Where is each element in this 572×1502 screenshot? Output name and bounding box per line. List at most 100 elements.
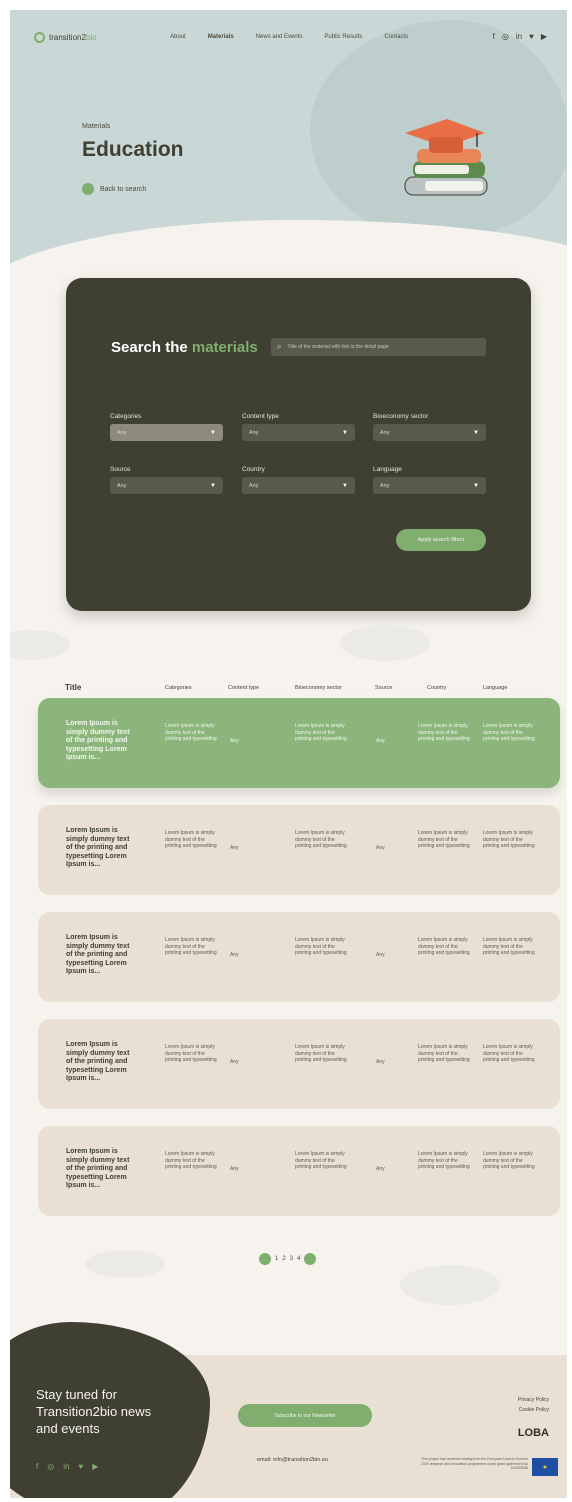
youtube-icon[interactable]: ▶ <box>92 1462 98 1471</box>
nav-link-contacts[interactable]: Contacts <box>384 34 408 40</box>
table-row[interactable]: Lorem Ipsum is simply dummy text of the … <box>38 1126 560 1216</box>
filter-content-type: Content type Any ▼ <box>242 413 355 441</box>
nav-link-public-results[interactable]: Public Results <box>324 34 362 40</box>
linkedin-icon[interactable]: in <box>516 32 522 41</box>
column-header-source: Source <box>375 685 393 691</box>
table-row[interactable]: Lorem Ipsum is simply dummy text of the … <box>38 1019 560 1109</box>
row-content-type: Any <box>230 738 239 744</box>
select-value: Any <box>249 429 259 436</box>
table-header: Title Categories Content type Bioeconomy… <box>65 683 545 695</box>
row-title[interactable]: Lorem Ipsum is simply dummy text of the … <box>66 1041 134 1084</box>
nav-link-materials[interactable]: Materials <box>208 34 234 40</box>
row-language: Lorem Ipsum is simply dummy text of the … <box>483 723 535 742</box>
instagram-icon[interactable]: ◎ <box>47 1462 54 1471</box>
breadcrumb[interactable]: Materials <box>82 123 110 130</box>
select-value: Any <box>117 429 127 436</box>
nav-links: About Materials News and Events Public R… <box>170 34 430 40</box>
back-arrow-icon <box>82 183 94 195</box>
book-middle-pages <box>415 165 469 174</box>
filter-source: Source Any ▼ <box>110 466 223 494</box>
youtube-icon[interactable]: ▶ <box>541 32 547 41</box>
row-language: Lorem Ipsum is simply dummy text of the … <box>483 937 535 956</box>
search-input-wrapper[interactable]: ⌕ <box>271 338 486 356</box>
graduation-cap-base <box>429 137 463 153</box>
row-sector: Lorem Ipsum is simply dummy text of the … <box>295 1151 347 1170</box>
page-1[interactable]: 1 <box>275 1256 278 1262</box>
stay-tuned-heading: Stay tuned for Transition2bio news and e… <box>36 1387 152 1436</box>
eu-funding-notice: This project has received funding from t… <box>420 1457 528 1470</box>
cloud-decoration <box>400 1265 500 1305</box>
chevron-down-icon: ▼ <box>210 429 216 436</box>
row-title[interactable]: Lorem Ipsum is simply dummy text of the … <box>66 827 134 870</box>
row-content-type: Any <box>230 952 239 958</box>
row-content-type: Any <box>230 1059 239 1065</box>
select-value: Any <box>249 482 259 489</box>
table-row[interactable]: Lorem Ipsum is simply dummy text of the … <box>38 698 560 788</box>
chevron-down-icon: ▼ <box>342 482 348 489</box>
loba-logo[interactable]: LOBA <box>518 1427 549 1439</box>
row-language: Lorem Ipsum is simply dummy text of the … <box>483 1151 535 1170</box>
prev-page-button[interactable] <box>259 1253 271 1265</box>
search-icon: ⌕ <box>277 342 282 351</box>
nav-social-icons: f ◎ in ♥ ▶ <box>493 32 547 41</box>
row-categories: Lorem Ipsum is simply dummy text of the … <box>165 937 217 956</box>
filter-label: Country <box>242 466 265 473</box>
page-2[interactable]: 2 <box>282 1256 285 1262</box>
book-bottom-pages <box>425 181 483 191</box>
categories-select[interactable]: Any ▼ <box>110 424 223 441</box>
chevron-down-icon: ▼ <box>473 482 479 489</box>
search-input[interactable] <box>287 344 478 350</box>
table-row[interactable]: Lorem Ipsum is simply dummy text of the … <box>38 805 560 895</box>
filter-label: Categories <box>110 413 142 420</box>
footer-social-icons: f ◎ in ♥ ▶ <box>36 1462 98 1471</box>
filter-language: Language Any ▼ <box>373 466 486 494</box>
row-country: Lorem Ipsum is simply dummy text of the … <box>418 937 470 956</box>
column-header-categories: Categories <box>165 685 192 691</box>
instagram-icon[interactable]: ◎ <box>502 32 509 41</box>
content-type-select[interactable]: Any ▼ <box>242 424 355 441</box>
row-title[interactable]: Lorem Ipsum is simply dummy text of the … <box>66 720 134 763</box>
country-select[interactable]: Any ▼ <box>242 477 355 494</box>
filter-country: Country Any ▼ <box>242 466 355 494</box>
row-country: Lorem Ipsum is simply dummy text of the … <box>418 1044 470 1063</box>
twitter-icon[interactable]: ♥ <box>529 32 534 41</box>
top-navigation: transition2bio About Materials News and … <box>10 32 567 52</box>
page-3[interactable]: 3 <box>290 1256 293 1262</box>
filter-label: Content type <box>242 413 279 420</box>
nav-link-about[interactable]: About <box>170 34 186 40</box>
cookie-policy-link[interactable]: Cookie Policy <box>518 1405 549 1415</box>
nav-link-news-events[interactable]: News and Events <box>256 34 303 40</box>
row-sector: Lorem Ipsum is simply dummy text of the … <box>295 723 347 742</box>
row-title[interactable]: Lorem Ipsum is simply dummy text of the … <box>66 1148 134 1191</box>
row-categories: Lorem Ipsum is simply dummy text of the … <box>165 1044 217 1063</box>
source-select[interactable]: Any ▼ <box>110 477 223 494</box>
row-content-type: Any <box>230 845 239 851</box>
apply-filters-button[interactable]: Apply search filters <box>396 529 486 551</box>
row-country: Lorem Ipsum is simply dummy text of the … <box>418 830 470 849</box>
facebook-icon[interactable]: f <box>36 1462 38 1471</box>
page-title: Education <box>82 138 184 161</box>
page-4[interactable]: 4 <box>297 1256 300 1262</box>
row-title[interactable]: Lorem Ipsum is simply dummy text of the … <box>66 934 134 977</box>
language-select[interactable]: Any ▼ <box>373 477 486 494</box>
search-panel: Search the materials ⌕ Categories Any ▼ … <box>66 278 531 611</box>
contact-email[interactable]: email: info@transition2bio.eu <box>257 1457 328 1463</box>
filter-categories: Categories Any ▼ <box>110 413 223 441</box>
chevron-down-icon: ▼ <box>210 482 216 489</box>
subscribe-newsletter-button[interactable]: Subscribe to our Newsletter <box>238 1404 372 1427</box>
row-categories: Lorem Ipsum is simply dummy text of the … <box>165 723 217 742</box>
twitter-icon[interactable]: ♥ <box>78 1462 83 1471</box>
row-categories: Lorem Ipsum is simply dummy text of the … <box>165 1151 217 1170</box>
bioeconomy-sector-select[interactable]: Any ▼ <box>373 424 486 441</box>
table-row[interactable]: Lorem Ipsum is simply dummy text of the … <box>38 912 560 1002</box>
column-header-language: Language <box>483 685 508 691</box>
row-country: Lorem Ipsum is simply dummy text of the … <box>418 723 470 742</box>
next-page-button[interactable] <box>304 1253 317 1265</box>
site-logo[interactable]: transition2bio <box>34 32 97 43</box>
back-to-search-link[interactable]: Back to search <box>82 183 146 195</box>
linkedin-icon[interactable]: in <box>63 1462 69 1471</box>
facebook-icon[interactable]: f <box>493 32 495 41</box>
select-value: Any <box>380 429 390 436</box>
privacy-policy-link[interactable]: Privacy Policy <box>518 1395 549 1405</box>
cloud-decoration <box>10 630 70 660</box>
